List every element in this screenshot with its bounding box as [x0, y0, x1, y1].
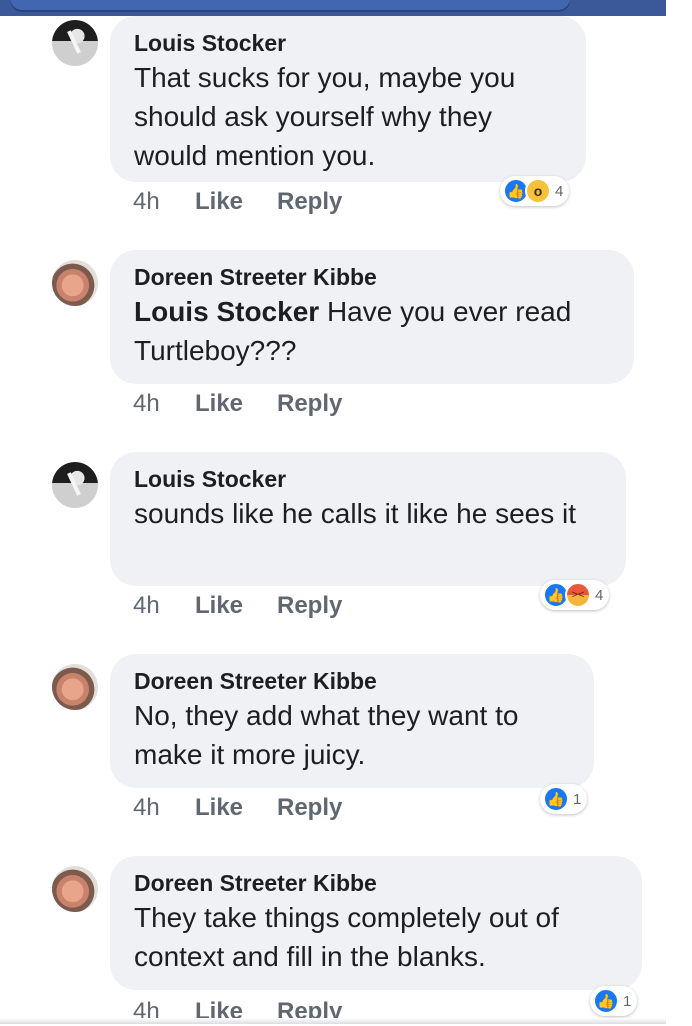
- comment-text: Louis Stocker Have you ever read Turtleb…: [134, 292, 612, 370]
- comment-text: sounds like he calls it like he sees it: [134, 498, 576, 529]
- comment-time[interactable]: 4h: [133, 188, 195, 216]
- comment-bubble: Louis Stocker sounds like he calls it li…: [110, 452, 626, 586]
- like-button[interactable]: Like: [195, 794, 277, 822]
- avatar[interactable]: [52, 866, 98, 912]
- reaction-count: 4: [555, 182, 564, 200]
- like-button[interactable]: Like: [195, 390, 277, 418]
- comment-author[interactable]: Louis Stocker: [134, 464, 604, 494]
- comment-author[interactable]: Doreen Streeter Kibbe: [134, 262, 612, 292]
- comment-actions: 4h Like Reply: [133, 188, 342, 216]
- comment-bubble: Louis Stocker That sucks for you, maybe …: [110, 16, 586, 182]
- reaction-summary[interactable]: 👍 1: [590, 986, 638, 1016]
- reaction-summary[interactable]: 👍 o 4: [500, 176, 570, 206]
- comment-actions: 4h Like Reply: [133, 592, 342, 620]
- comment-bubble: Doreen Streeter Kibbe They take things c…: [110, 856, 642, 990]
- comment-text: That sucks for you, maybe you should ask…: [134, 62, 516, 171]
- bottom-divider: [0, 1018, 666, 1024]
- comment-actions: 4h Like Reply: [133, 390, 342, 418]
- avatar[interactable]: [52, 20, 98, 66]
- comment-time[interactable]: 4h: [133, 592, 195, 620]
- like-icon: 👍: [543, 786, 569, 812]
- like-icon: 👍: [593, 988, 619, 1014]
- avatar[interactable]: [52, 462, 98, 508]
- right-margin: [666, 0, 692, 1024]
- reaction-count: 1: [573, 790, 582, 808]
- avatar[interactable]: [52, 664, 98, 710]
- comment-actions: 4h Like Reply: [133, 794, 342, 822]
- reply-button[interactable]: Reply: [277, 188, 342, 216]
- comment-time[interactable]: 4h: [133, 390, 195, 418]
- like-button[interactable]: Like: [195, 188, 277, 216]
- reaction-count: 1: [623, 992, 632, 1010]
- reaction-summary[interactable]: 👍 >< 4: [540, 580, 610, 610]
- top-input-bar[interactable]: [10, 0, 570, 12]
- comment-time[interactable]: 4h: [133, 794, 195, 822]
- comment-author[interactable]: Doreen Streeter Kibbe: [134, 666, 572, 696]
- wow-icon: o: [525, 178, 551, 204]
- like-button[interactable]: Like: [195, 592, 277, 620]
- angry-icon: ><: [565, 582, 591, 608]
- reply-button[interactable]: Reply: [277, 592, 342, 620]
- comment-text: No, they add what they want to make it m…: [134, 700, 519, 770]
- top-bar: [0, 0, 666, 16]
- comment-bubble: Doreen Streeter Kibbe No, they add what …: [110, 654, 594, 788]
- comment-author[interactable]: Louis Stocker: [134, 28, 564, 58]
- reply-button[interactable]: Reply: [277, 794, 342, 822]
- comment-text: They take things completely out of conte…: [134, 902, 559, 972]
- reply-button[interactable]: Reply: [277, 390, 342, 418]
- reaction-summary[interactable]: 👍 1: [540, 784, 588, 814]
- avatar[interactable]: [52, 260, 98, 306]
- mention-link[interactable]: Louis Stocker: [134, 296, 319, 327]
- comment-bubble: Doreen Streeter Kibbe Louis Stocker Have…: [110, 250, 634, 384]
- comment-author[interactable]: Doreen Streeter Kibbe: [134, 868, 620, 898]
- reaction-count: 4: [595, 586, 604, 604]
